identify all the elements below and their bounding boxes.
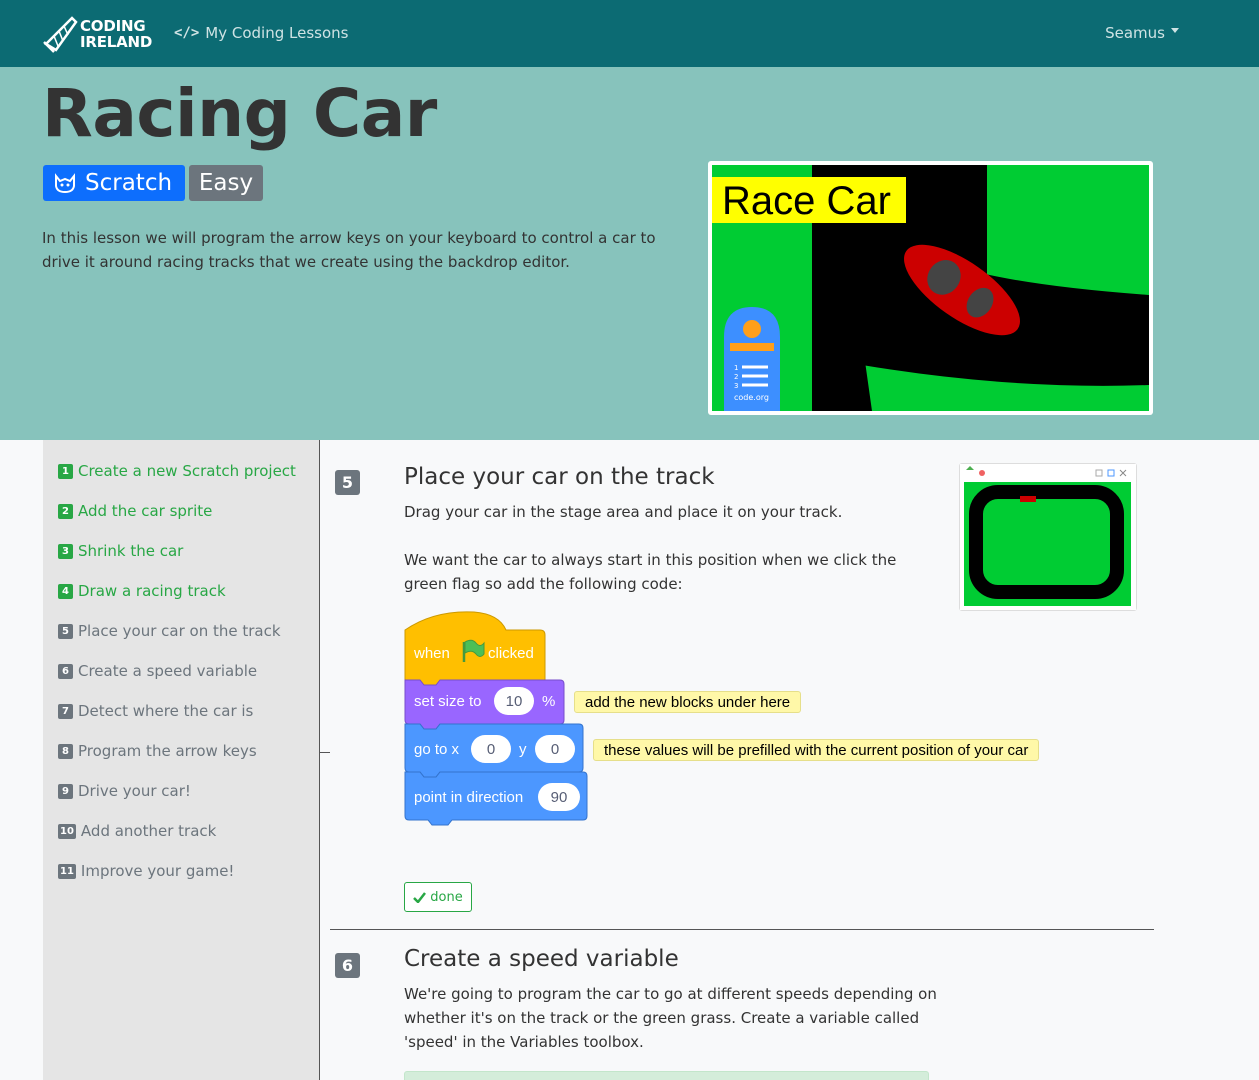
step-5-title: Place your car on the track: [404, 464, 715, 490]
sidebar-step-number: 6: [58, 663, 73, 679]
code-org-caption: code.org: [734, 393, 769, 402]
user-menu-dropdown[interactable]: Seamus: [1105, 24, 1179, 42]
sidebar-step-2[interactable]: 2 Add the car sprite: [58, 502, 212, 520]
step-5-instructions: We want the car to always start in this …: [404, 551, 897, 593]
sidebar-step-9[interactable]: 9 Drive your car!: [58, 782, 191, 800]
sidebar-step-label: Create a new Scratch project: [78, 462, 296, 480]
sidebar-step-8[interactable]: 8 Program the arrow keys: [58, 742, 257, 760]
sidebar-step-number: 9: [58, 783, 73, 799]
scratch-code-blocks: when clicked set size to 10 % add the ne…: [404, 610, 1104, 840]
code-icon: </>: [174, 25, 200, 41]
lesson-description: In this lesson we will program the arrow…: [42, 229, 656, 271]
y-label: y: [519, 741, 527, 758]
sidebar-step-label: Program the arrow keys: [78, 742, 257, 760]
sidebar-step-number: 5: [58, 623, 73, 639]
sidebar-step-6[interactable]: 6 Create a speed variable: [58, 662, 257, 680]
race-car-illustration: Race Car 1 2 3 code.org: [712, 165, 1149, 411]
step-6-number: 6: [335, 953, 360, 978]
user-name: Seamus: [1105, 24, 1165, 42]
sidebar-step-11[interactable]: 11 Improve your game!: [58, 862, 234, 880]
sidebar-step-label: Add another track: [80, 822, 217, 840]
svg-text:3: 3: [734, 382, 738, 390]
stage-screenshot: [959, 463, 1137, 611]
sidebar-step-number: 10: [58, 823, 76, 839]
stop-icon: [979, 470, 985, 476]
code-panel-partial: [404, 1071, 929, 1080]
caret-down-icon: [1171, 27, 1179, 33]
y-value-input[interactable]: 0: [535, 735, 575, 763]
lesson-title: Racing Car: [42, 75, 437, 152]
sidebar-step-4[interactable]: 4 Draw a racing track: [58, 582, 226, 600]
go-to-x-label: go to x: [414, 741, 460, 758]
difficulty-badge: Easy: [189, 165, 263, 201]
sidebar-step-number: 4: [58, 583, 73, 599]
note-add-blocks: add the new blocks under here: [574, 691, 802, 713]
my-coding-lessons-label: My Coding Lessons: [205, 24, 349, 42]
when-label: when: [414, 645, 450, 662]
sidebar-step-label: Improve your game!: [80, 862, 235, 880]
step-5-text: Drag your car in the stage area and plac…: [404, 503, 843, 521]
step-5-number: 5: [335, 470, 360, 495]
x-value-input[interactable]: 0: [471, 735, 511, 763]
navbar: CODING IRELAND </> My Coding Lessons Sea…: [0, 0, 1259, 67]
percent-label: %: [542, 693, 556, 710]
sidebar-step-label: Draw a racing track: [78, 582, 226, 600]
svg-text:1: 1: [734, 364, 738, 372]
sidebar-divider-tick: [320, 752, 330, 753]
direction-value-input[interactable]: 90: [538, 783, 580, 811]
sidebar-step-number: 2: [58, 503, 73, 519]
sidebar-step-3[interactable]: 3 Shrink the car: [58, 542, 183, 560]
sidebar-step-number: 7: [58, 703, 73, 719]
note-prefilled-values: these values will be prefilled with the …: [593, 739, 1040, 761]
scratch-badge: Scratch: [43, 165, 185, 201]
check-icon: [413, 891, 427, 903]
set-size-label: set size to: [414, 693, 482, 710]
lesson-header: Racing Car Scratch Easy In this lesson w…: [0, 67, 1259, 440]
step-6-title: Create a speed variable: [404, 946, 679, 972]
race-car-image-title: Race Car: [722, 179, 891, 223]
sidebar-step-label: Place your car on the track: [78, 622, 281, 640]
sidebar-step-7[interactable]: 7 Detect where the car is: [58, 702, 253, 720]
coding-ireland-logo[interactable]: CODING IRELAND: [42, 14, 157, 54]
lesson-preview-image: Race Car 1 2 3 code.org: [708, 161, 1153, 415]
lesson-steps-sidebar: 1 Create a new Scratch project 2 Add the ca…: [43, 440, 320, 1080]
sidebar-step-label: Shrink the car: [78, 542, 184, 560]
scratch-cat-icon: [55, 173, 75, 194]
sidebar-step-1[interactable]: 1 Create a new Scratch project: [58, 462, 296, 480]
sidebar-step-number: 1: [58, 463, 73, 479]
sidebar-step-label: Create a speed variable: [78, 662, 258, 680]
my-coding-lessons-link[interactable]: </> My Coding Lessons: [174, 24, 348, 42]
harp-icon: [43, 16, 78, 53]
done-label: done: [430, 889, 463, 905]
sidebar-step-number: 8: [58, 743, 73, 759]
point-in-direction-label: point in direction: [414, 789, 524, 806]
clicked-label: clicked: [488, 645, 534, 662]
logo-text: CODING IRELAND: [80, 17, 153, 51]
svg-text:2: 2: [734, 373, 738, 381]
step-divider: [330, 929, 1154, 930]
stage-track-illustration: [960, 464, 1136, 610]
sidebar-step-5[interactable]: 5 Place your car on the track: [58, 622, 281, 640]
size-value-input[interactable]: 10: [494, 687, 534, 715]
sidebar-step-label: Add the car sprite: [78, 502, 213, 520]
sidebar-step-number: 11: [58, 863, 76, 879]
sidebar-step-number: 3: [58, 543, 73, 559]
sidebar-step-10[interactable]: 10 Add another track: [58, 822, 216, 840]
step-5-done-button[interactable]: done: [404, 882, 472, 912]
step-6-text: We're going to program the car to go at …: [404, 985, 937, 1051]
sidebar-step-label: Detect where the car is: [78, 702, 254, 720]
scratch-badge-label: Scratch: [85, 170, 173, 196]
sidebar-step-label: Drive your car!: [78, 782, 191, 800]
